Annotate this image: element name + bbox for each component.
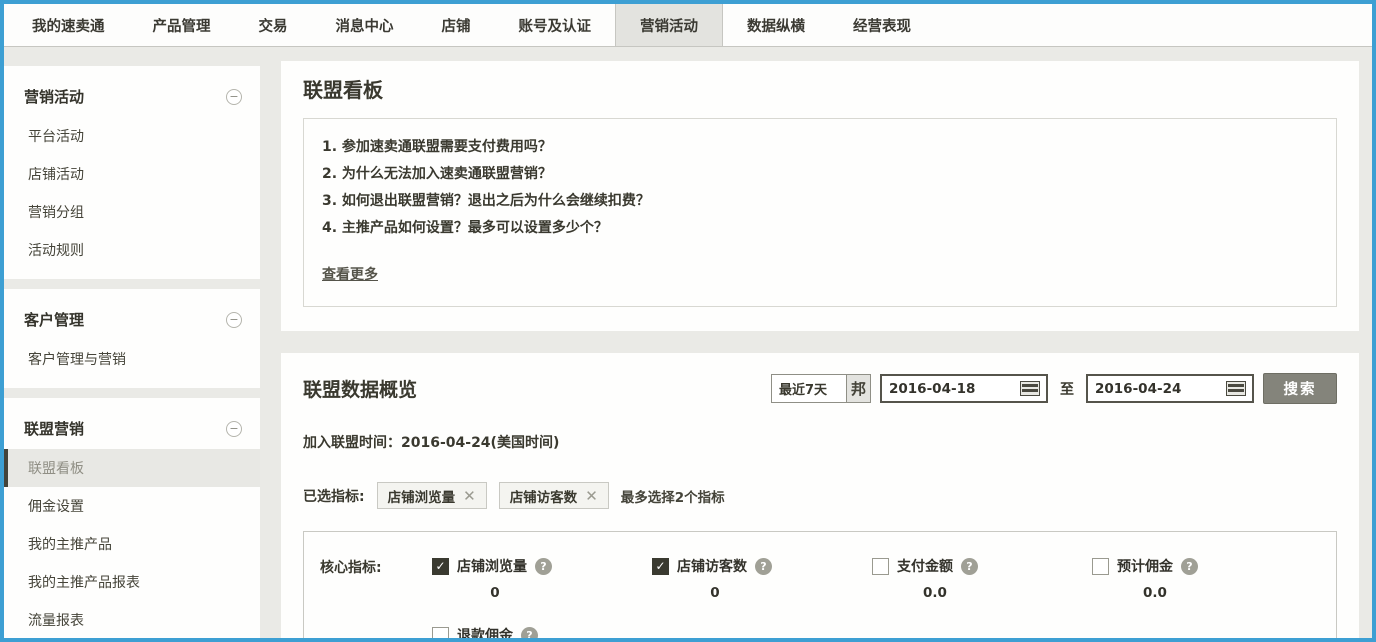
- help-question-icon[interactable]: ?: [521, 626, 538, 638]
- sidebar-group-header: 联盟营销 −: [4, 398, 260, 449]
- metric-payment-amount: 支付金额 ? 0.0: [872, 556, 1092, 601]
- calendar-icon[interactable]: [1020, 381, 1040, 396]
- overview-title: 联盟数据概览: [303, 379, 418, 401]
- date-from-input[interactable]: 2016-04-18: [880, 374, 1048, 403]
- nav-tab-store[interactable]: 店铺: [418, 4, 495, 46]
- metric-store-visitors: ✓ 店铺访客数 ? 0: [652, 556, 872, 601]
- nav-tab-my-aliexpress[interactable]: 我的速卖通: [8, 4, 129, 46]
- help-question-icon[interactable]: ?: [961, 557, 978, 575]
- metric-checkbox[interactable]: ✓: [432, 557, 449, 575]
- faq-question[interactable]: 4. 主推产品如何设置？最多可以设置多少个？: [322, 215, 1318, 242]
- date-to-input[interactable]: 2016-04-24: [1086, 374, 1254, 403]
- core-metrics-label: 核心指标:: [320, 560, 382, 576]
- selected-metrics-hint: 最多选择2个指标: [620, 489, 725, 506]
- faq-panel: 联盟看板 1. 参加速卖通联盟需要支付费用吗？ 2. 为什么无法加入速卖通联盟营…: [281, 61, 1359, 331]
- sidebar-group-customer-management: 客户管理 − 客户管理与营销: [4, 289, 260, 388]
- metric-name: 退款佣金: [457, 628, 513, 638]
- app-window: 我的速卖通 产品管理 交易 消息中心 店铺 账号及认证 营销活动 数据纵横 经营…: [0, 0, 1376, 642]
- metric-value: 0.0: [923, 585, 947, 601]
- date-range-select[interactable]: 最近7天: [771, 374, 847, 403]
- sidebar: 营销活动 − 平台活动 店铺活动 营销分组 活动规则 客户管理 − 客户管理与营…: [4, 47, 260, 638]
- core-metrics-box: 核心指标: ✓ 店铺浏览量 ? 0 ✓ 店铺访客数 ? 0 支付金额 ? 0.0…: [303, 531, 1337, 638]
- metric-tag-label: 店铺访客数: [509, 489, 578, 506]
- tag-close-icon[interactable]: ✕: [463, 487, 476, 505]
- metric-store-views: ✓ 店铺浏览量 ? 0: [432, 556, 652, 601]
- metric-value: 0.0: [1143, 585, 1167, 601]
- nav-tab-product-management[interactable]: 产品管理: [129, 4, 235, 46]
- range-select-wrap: 最近7天 邦: [771, 374, 871, 403]
- to-label: 至: [1060, 381, 1074, 398]
- metric-tag-store-visitors: 店铺访客数 ✕: [498, 482, 609, 509]
- top-navigation: 我的速卖通 产品管理 交易 消息中心 店铺 账号及认证 营销活动 数据纵横 经营…: [4, 4, 1372, 47]
- nav-tab-business-performance[interactable]: 经营表现: [829, 4, 935, 46]
- metric-name: 支付金额: [897, 559, 953, 575]
- sidebar-item-commission-settings[interactable]: 佣金设置: [4, 487, 260, 525]
- content-area: 营销活动 − 平台活动 店铺活动 营销分组 活动规则 客户管理 − 客户管理与营…: [4, 47, 1372, 638]
- metric-name: 预计佣金: [1117, 559, 1173, 575]
- metric-checkbox[interactable]: ✓: [652, 557, 669, 575]
- date-to-value: 2016-04-24: [1095, 380, 1182, 397]
- collapse-minus-icon[interactable]: −: [226, 88, 242, 105]
- metric-tag-store-views: 店铺浏览量 ✕: [376, 482, 487, 509]
- sidebar-item-featured-products-report[interactable]: 我的主推产品报表: [4, 563, 260, 601]
- overview-header: 联盟数据概览 最近7天 邦 2016-04-18 至 2016-04-24 搜索: [303, 373, 1337, 404]
- view-more-link[interactable]: 查看更多: [322, 264, 378, 284]
- metric-checkbox[interactable]: [872, 557, 889, 575]
- metric-value: 0: [710, 585, 720, 601]
- help-question-icon[interactable]: ?: [755, 557, 772, 575]
- metric-checkbox[interactable]: [1092, 557, 1109, 575]
- sidebar-item-marketing-groups[interactable]: 营销分组: [4, 193, 260, 231]
- sidebar-item-customer-management-marketing[interactable]: 客户管理与营销: [4, 340, 260, 378]
- sidebar-item-affiliate-dashboard[interactable]: 联盟看板: [4, 449, 260, 487]
- collapse-minus-icon[interactable]: −: [226, 420, 242, 437]
- sidebar-item-activity-rules[interactable]: 活动规则: [4, 231, 260, 269]
- metric-value: 0: [490, 585, 500, 601]
- date-from-value: 2016-04-18: [889, 380, 976, 397]
- nav-tab-data-insights[interactable]: 数据纵横: [723, 4, 829, 46]
- overview-panel: 联盟数据概览 最近7天 邦 2016-04-18 至 2016-04-24 搜索…: [281, 353, 1359, 638]
- metric-name: 店铺访客数: [677, 559, 747, 575]
- join-time-text: 加入联盟时间：2016-04-24(美国时间): [303, 435, 560, 451]
- main-column: 联盟看板 1. 参加速卖通联盟需要支付费用吗？ 2. 为什么无法加入速卖通联盟营…: [281, 61, 1359, 638]
- sidebar-group-affiliate-marketing: 联盟营销 − 联盟看板 佣金设置 我的主推产品 我的主推产品报表 流量报表 订单…: [4, 398, 260, 638]
- faq-card: 1. 参加速卖通联盟需要支付费用吗？ 2. 为什么无法加入速卖通联盟营销？ 3.…: [303, 118, 1337, 307]
- metric-tag-label: 店铺浏览量: [387, 489, 456, 506]
- help-question-icon[interactable]: ?: [535, 557, 552, 575]
- nav-tab-account-verification[interactable]: 账号及认证: [495, 4, 616, 46]
- sidebar-item-store-activities[interactable]: 店铺活动: [4, 155, 260, 193]
- sidebar-group-title: 营销活动: [24, 88, 85, 106]
- sidebar-group-header: 客户管理 −: [4, 289, 260, 340]
- metric-checkbox[interactable]: [432, 626, 449, 638]
- core-metrics-grid: ✓ 店铺浏览量 ? 0 ✓ 店铺访客数 ? 0 支付金额 ? 0.0 预计佣金 …: [432, 556, 1312, 638]
- calendar-icon[interactable]: [1226, 381, 1246, 396]
- sidebar-group-title: 客户管理: [24, 311, 85, 329]
- nav-tab-transactions[interactable]: 交易: [235, 4, 312, 46]
- nav-tab-marketing-activities[interactable]: 营销活动: [615, 4, 723, 46]
- selected-metrics-label: 已选指标:: [303, 488, 365, 505]
- sidebar-item-traffic-report[interactable]: 流量报表: [4, 601, 260, 638]
- sidebar-item-my-featured-products[interactable]: 我的主推产品: [4, 525, 260, 563]
- collapse-minus-icon[interactable]: −: [226, 311, 242, 328]
- tag-close-icon[interactable]: ✕: [585, 487, 598, 505]
- page-title: 联盟看板: [303, 78, 383, 102]
- faq-question[interactable]: 2. 为什么无法加入速卖通联盟营销？: [322, 161, 1318, 188]
- faq-question[interactable]: 3. 如何退出联盟营销？退出之后为什么会继续扣费？: [322, 188, 1318, 215]
- metric-name: 店铺浏览量: [457, 559, 527, 575]
- sidebar-group-header: 营销活动 −: [4, 66, 260, 117]
- selected-metrics-row: 已选指标: 店铺浏览量 ✕ 店铺访客数 ✕ 最多选择2个指标: [303, 482, 1337, 509]
- range-dropdown-button[interactable]: 邦: [847, 374, 871, 403]
- metric-estimated-commission: 预计佣金 ? 0.0: [1092, 556, 1312, 601]
- nav-tab-message-center[interactable]: 消息中心: [312, 4, 418, 46]
- metric-refund-commission: 退款佣金 ? 0.0: [432, 625, 652, 638]
- help-question-icon[interactable]: ?: [1181, 557, 1198, 575]
- faq-question[interactable]: 1. 参加速卖通联盟需要支付费用吗？: [322, 134, 1318, 161]
- sidebar-item-platform-activities[interactable]: 平台活动: [4, 117, 260, 155]
- sidebar-group-title: 联盟营销: [24, 420, 85, 438]
- search-button[interactable]: 搜索: [1263, 373, 1337, 404]
- sidebar-group-marketing: 营销活动 − 平台活动 店铺活动 营销分组 活动规则: [4, 66, 260, 279]
- date-filters: 最近7天 邦 2016-04-18 至 2016-04-24 搜索: [771, 373, 1337, 404]
